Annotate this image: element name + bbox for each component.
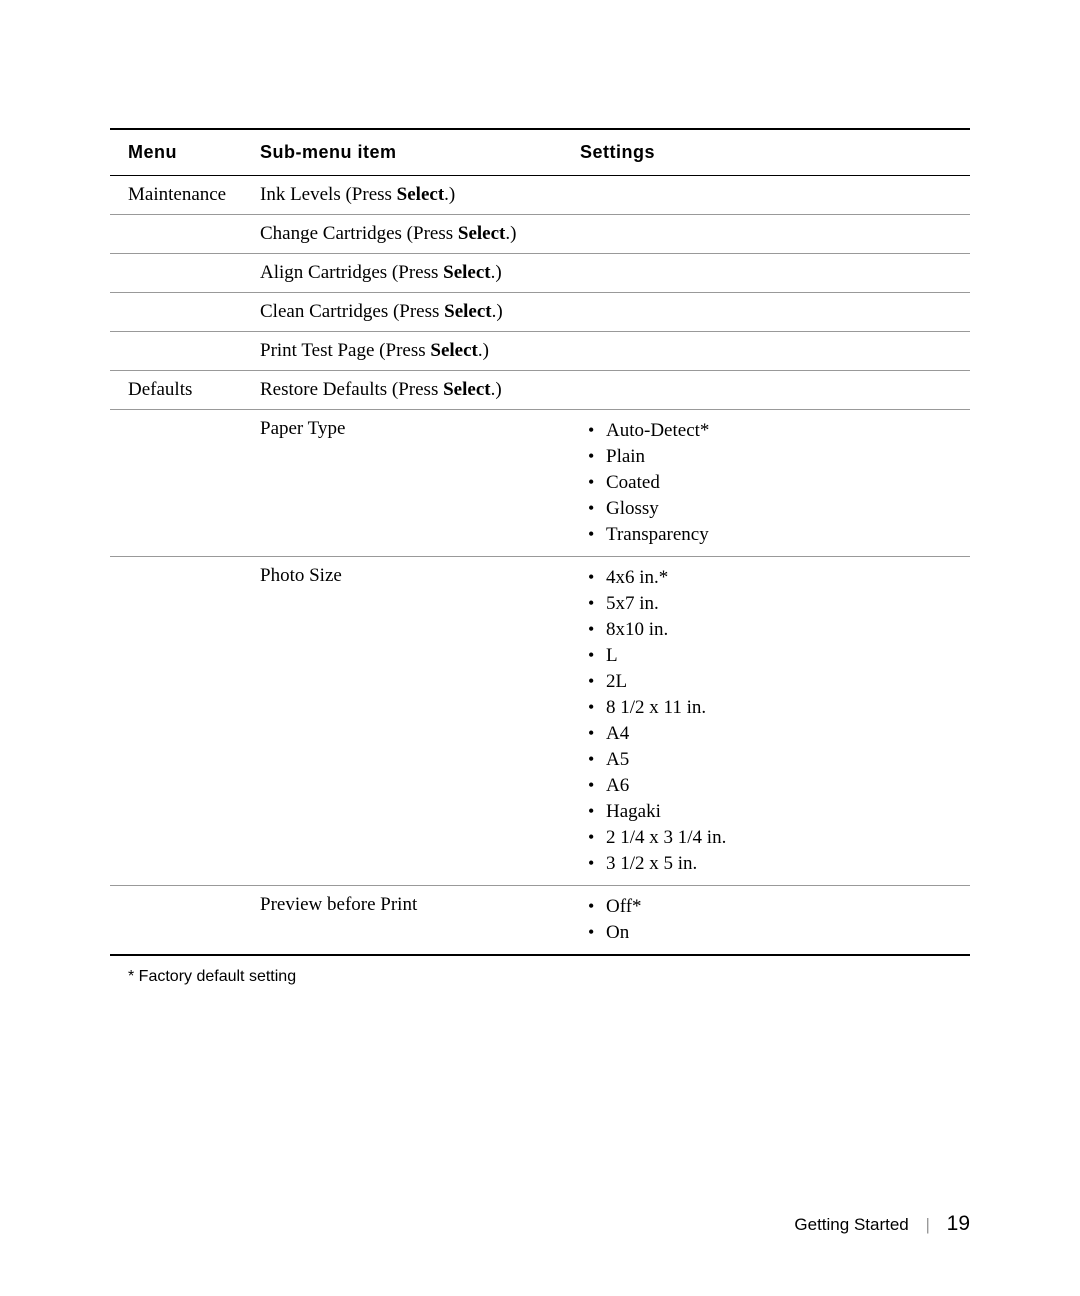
table-row: DefaultsRestore Defaults (Press Select.) bbox=[110, 371, 970, 410]
settings-cell: 4x6 in.*5x7 in.8x10 in.L2L8 1/2 x 11 in.… bbox=[580, 565, 970, 877]
header-settings: Settings bbox=[580, 142, 970, 163]
setting-option: On bbox=[588, 920, 970, 946]
submenu-cell: Ink Levels (Press Select.) bbox=[260, 184, 580, 206]
page-footer: Getting Started | 19 bbox=[794, 1212, 970, 1236]
submenu-cell: Print Test Page (Press Select.) bbox=[260, 340, 580, 362]
setting-option: 2L bbox=[588, 669, 970, 695]
menu-table: Menu Sub-menu item Settings MaintenanceI… bbox=[110, 128, 970, 956]
setting-option: Transparency bbox=[588, 522, 970, 548]
submenu-cell: Paper Type bbox=[260, 418, 580, 548]
settings-cell bbox=[580, 184, 970, 206]
table-row: Preview before PrintOff*On bbox=[110, 886, 970, 956]
footnote: * Factory default setting bbox=[110, 968, 970, 986]
menu-cell bbox=[110, 223, 260, 245]
submenu-cell: Photo Size bbox=[260, 565, 580, 877]
setting-option: A4 bbox=[588, 721, 970, 747]
submenu-cell: Align Cartridges (Press Select.) bbox=[260, 262, 580, 284]
setting-option: 8x10 in. bbox=[588, 617, 970, 643]
header-submenu: Sub-menu item bbox=[260, 142, 580, 163]
footer-section: Getting Started bbox=[794, 1215, 908, 1234]
table-row: Change Cartridges (Press Select.) bbox=[110, 215, 970, 254]
table-row: Print Test Page (Press Select.) bbox=[110, 332, 970, 371]
setting-option: 8 1/2 x 11 in. bbox=[588, 695, 970, 721]
settings-cell bbox=[580, 262, 970, 284]
setting-option: A5 bbox=[588, 747, 970, 773]
footer-divider: | bbox=[925, 1215, 929, 1234]
table-row: MaintenanceInk Levels (Press Select.) bbox=[110, 176, 970, 215]
submenu-cell: Restore Defaults (Press Select.) bbox=[260, 379, 580, 401]
menu-cell bbox=[110, 301, 260, 323]
settings-cell bbox=[580, 379, 970, 401]
table-row: Paper TypeAuto-Detect*PlainCoatedGlossyT… bbox=[110, 410, 970, 557]
menu-cell: Maintenance bbox=[110, 184, 260, 206]
menu-cell bbox=[110, 565, 260, 877]
setting-option: Plain bbox=[588, 444, 970, 470]
settings-cell bbox=[580, 223, 970, 245]
setting-option: Glossy bbox=[588, 496, 970, 522]
header-menu: Menu bbox=[110, 142, 260, 163]
setting-option: 4x6 in.* bbox=[588, 565, 970, 591]
menu-cell bbox=[110, 340, 260, 362]
menu-cell bbox=[110, 894, 260, 946]
table-row: Clean Cartridges (Press Select.) bbox=[110, 293, 970, 332]
menu-cell bbox=[110, 262, 260, 284]
setting-option: 3 1/2 x 5 in. bbox=[588, 851, 970, 877]
settings-cell bbox=[580, 340, 970, 362]
submenu-cell: Clean Cartridges (Press Select.) bbox=[260, 301, 580, 323]
table-row: Photo Size4x6 in.*5x7 in.8x10 in.L2L8 1/… bbox=[110, 557, 970, 886]
setting-option: A6 bbox=[588, 773, 970, 799]
setting-option: L bbox=[588, 643, 970, 669]
settings-cell: Off*On bbox=[580, 894, 970, 946]
setting-option: Coated bbox=[588, 470, 970, 496]
setting-option: Auto-Detect* bbox=[588, 418, 970, 444]
setting-option: Hagaki bbox=[588, 799, 970, 825]
menu-cell bbox=[110, 418, 260, 548]
table-header-row: Menu Sub-menu item Settings bbox=[110, 128, 970, 176]
submenu-cell: Preview before Print bbox=[260, 894, 580, 946]
setting-option: 2 1/4 x 3 1/4 in. bbox=[588, 825, 970, 851]
settings-cell: Auto-Detect*PlainCoatedGlossyTransparenc… bbox=[580, 418, 970, 548]
setting-option: 5x7 in. bbox=[588, 591, 970, 617]
setting-option: Off* bbox=[588, 894, 970, 920]
footer-page-number: 19 bbox=[947, 1212, 970, 1235]
submenu-cell: Change Cartridges (Press Select.) bbox=[260, 223, 580, 245]
settings-cell bbox=[580, 301, 970, 323]
table-row: Align Cartridges (Press Select.) bbox=[110, 254, 970, 293]
menu-cell: Defaults bbox=[110, 379, 260, 401]
